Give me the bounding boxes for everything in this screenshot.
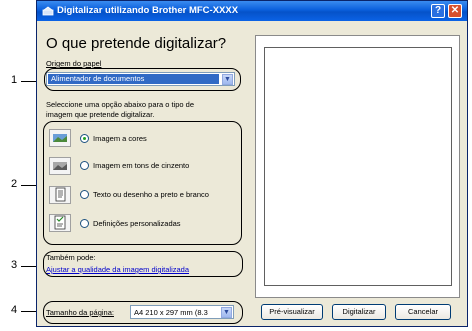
title-bar[interactable]: Digitalizar utilizando Brother MFC-XXXX … (37, 1, 467, 21)
callout-box-1 (44, 68, 241, 91)
callout-number-4: 4 (11, 304, 18, 316)
callout-box-2 (43, 121, 242, 245)
callout-number-2: 2 (11, 178, 18, 190)
callout-number-1: 1 (11, 74, 18, 86)
source-label: Origem do papel (46, 59, 102, 68)
preview-button[interactable]: Pré-visualizar (261, 304, 323, 320)
window-title: Digitalizar utilizando Brother MFC-XXXX (57, 5, 239, 16)
close-button[interactable]: ✕ (448, 4, 462, 18)
instruction-line-2: imagem que pretende digitalizar. (46, 110, 155, 119)
scan-dialog: Digitalizar utilizando Brother MFC-XXXX … (36, 0, 468, 327)
instruction-line-1: Seleccione uma opção abaixo para o tipo … (46, 100, 195, 109)
page-title: O que pretende digitalizar? (46, 35, 227, 52)
cancel-button[interactable]: Cancelar (395, 304, 451, 320)
preview-page (264, 47, 452, 286)
scanner-icon (42, 6, 54, 16)
callout-box-4 (43, 301, 243, 324)
callout-box-3 (43, 251, 243, 277)
help-button[interactable]: ? (431, 4, 445, 18)
callout-number-3: 3 (11, 259, 18, 271)
scan-button[interactable]: Digitalizar (332, 304, 386, 320)
